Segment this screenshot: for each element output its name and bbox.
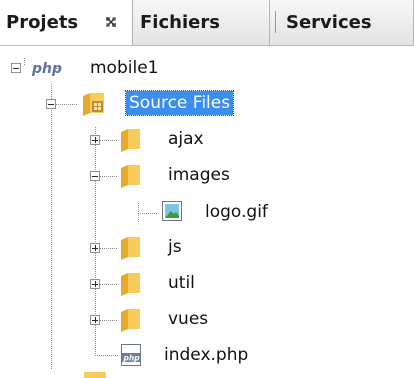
tab-services-label: Services: [286, 12, 372, 33]
gif-file-icon: [162, 201, 182, 221]
tab-projets-label: Projets: [6, 12, 79, 33]
folder-icon: [121, 129, 140, 152]
tree-item-index-php[interactable]: index.php: [164, 344, 248, 366]
tree-guide-line: [51, 84, 52, 370]
project-tree: php mobile1 Source Files ajax images log…: [0, 46, 414, 378]
tab-services[interactable]: Services: [270, 0, 414, 45]
folder-icon: [121, 273, 140, 296]
collapse-toggle[interactable]: [46, 99, 56, 109]
collapse-toggle[interactable]: [11, 63, 21, 73]
expand-toggle[interactable]: [90, 243, 100, 253]
tree-item-vues[interactable]: vues: [168, 308, 208, 330]
tree-guide-line: [100, 284, 118, 285]
tree-item-ajax[interactable]: ajax: [168, 128, 204, 150]
expand-toggle[interactable]: [90, 279, 100, 289]
tab-drag-handle: [275, 11, 276, 33]
folder-icon: [121, 237, 140, 260]
php-project-icon: php: [32, 61, 62, 77]
tree-guide-line: [100, 140, 118, 141]
folder-icon: [84, 372, 106, 378]
php-file-icon: php: [121, 344, 141, 366]
tab-projets[interactable]: Projets: [0, 0, 133, 45]
folder-icon: [121, 309, 140, 332]
tab-bar: Projets Fichiers Services: [0, 0, 414, 46]
tree-guide-line: [95, 355, 119, 356]
tab-fichiers[interactable]: Fichiers: [133, 0, 270, 45]
tree-guide-line: [138, 213, 157, 214]
tree-guide-line: [100, 248, 118, 249]
expand-toggle[interactable]: [90, 315, 100, 325]
tree-item-images[interactable]: images: [168, 164, 230, 186]
tree-guide-line: [24, 58, 25, 66]
tree-item-logo-gif[interactable]: logo.gif: [205, 201, 268, 223]
tree-item-js[interactable]: js: [168, 236, 182, 258]
source-package-icon: [83, 93, 104, 116]
tree-guide-line: [100, 176, 118, 177]
svg-text:php: php: [123, 354, 141, 363]
svg-text:php: php: [32, 61, 62, 77]
tab-fichiers-label: Fichiers: [140, 12, 220, 33]
folder-icon: [121, 165, 140, 188]
tree-item-source-files[interactable]: Source Files: [124, 90, 235, 116]
tree-guide-line: [100, 320, 118, 321]
expand-toggle[interactable]: [90, 135, 100, 145]
tree-item-util[interactable]: util: [168, 272, 195, 294]
tree-item-mobile1[interactable]: mobile1: [90, 57, 158, 79]
collapse-toggle[interactable]: [90, 171, 100, 181]
close-icon[interactable]: [105, 16, 117, 28]
tree-guide-line: [56, 104, 78, 105]
